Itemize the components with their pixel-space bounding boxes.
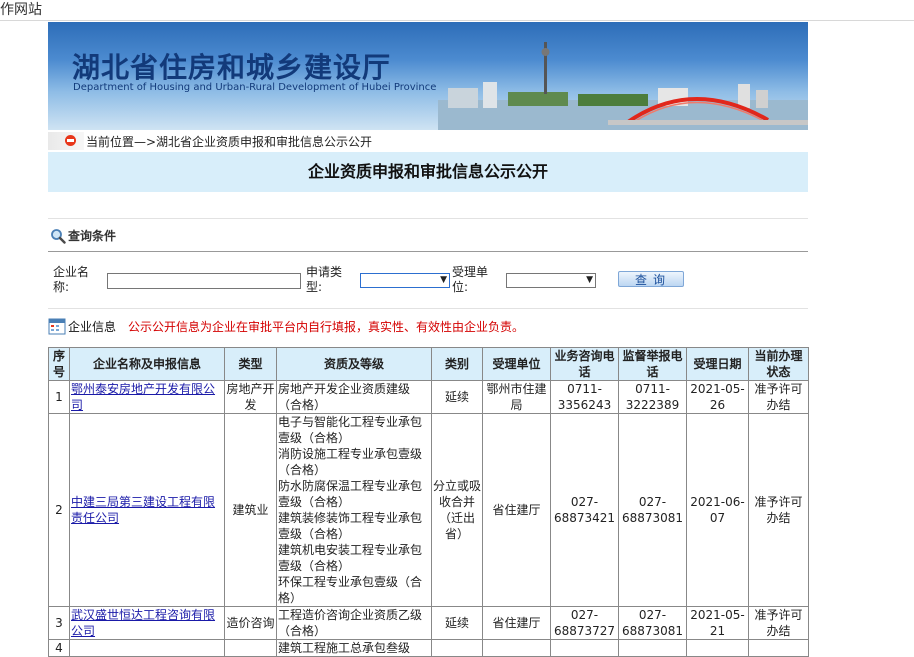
window-title: 工作网站 xyxy=(0,2,42,18)
table-header-row: 序号 企业名称及申报信息 类型 资质及等级 类别 受理单位 业务咨询电话 监督举… xyxy=(48,347,809,381)
row-category: 延续 xyxy=(431,606,483,640)
header-unit: 受理单位 xyxy=(482,347,551,381)
row-date: 2021-06-07 xyxy=(686,413,749,607)
breadcrumb-text: 当前位置—>湖北省企业资质申报和审批信息公示公开 xyxy=(86,135,373,149)
row-type: 房地产开发 xyxy=(224,380,277,414)
acceptance-unit-select[interactable]: ▼ xyxy=(506,273,596,288)
header-qualification: 资质及等级 xyxy=(276,347,432,381)
qualification-item: 房地产开发企业资质建级（合格） xyxy=(278,382,411,412)
row-status: 准予许可办结 xyxy=(748,380,809,414)
magnifier-icon xyxy=(51,229,66,244)
disclaimer-notice: 公示公开信息为企业在审批平台内自行填报，真实性、有效性由企业负责。 xyxy=(128,320,525,334)
header-consult-phone: 业务咨询电话 xyxy=(550,347,619,381)
row-qualification: 电子与智能化工程专业承包壹级（合格） 消防设施工程专业承包壹级（合格） 防水防腐… xyxy=(276,413,432,607)
row-no: 2 xyxy=(48,413,70,607)
row-category: 延续 xyxy=(431,380,483,414)
row-company: 武汉盛世恒达工程咨询有限公司 xyxy=(69,606,225,640)
row-report-phone: 027-68873081 xyxy=(618,606,687,640)
qualification-item: 建筑机电安装工程专业承包壹级（合格） xyxy=(278,543,423,573)
row-no: 4 xyxy=(48,639,70,657)
row-unit: 鄂州市住建局 xyxy=(482,380,551,414)
query-form: 企业名称: 申请类型: ▼ 受理单位: ▼ 查询 xyxy=(48,264,808,300)
location-arrow-icon xyxy=(48,132,84,150)
row-unit xyxy=(482,639,551,657)
row-unit: 省住建厅 xyxy=(482,413,551,607)
row-date xyxy=(686,639,749,657)
row-no: 1 xyxy=(48,380,70,414)
dropdown-arrow-icon: ▼ xyxy=(440,275,447,285)
row-category: 分立或吸收合并（迁出省） xyxy=(431,413,483,607)
page-title: 企业资质申报和审批信息公示公开 xyxy=(48,152,808,192)
apply-type-label: 申请类型: xyxy=(306,265,343,294)
row-no: 3 xyxy=(48,606,70,640)
query-button[interactable]: 查询 xyxy=(618,271,684,287)
qualification-item: 电子与智能化工程专业承包壹级（合格） xyxy=(278,415,423,445)
qualification-item: 工程造价咨询企业资质乙级（合格） xyxy=(278,608,423,638)
table-row: 2 中建三局第三建设工程有限责任公司 建筑业 电子与智能化工程专业承包壹级（合格… xyxy=(48,413,809,607)
city-skyline-image xyxy=(438,42,808,130)
acceptance-unit-label: 受理单位: xyxy=(452,265,489,294)
query-section-header: 查询条件 xyxy=(48,218,808,252)
header-company: 企业名称及申报信息 xyxy=(69,347,225,381)
browser-title-bar: 工作网站 xyxy=(0,0,914,21)
header-status: 当前办理状态 xyxy=(748,347,809,381)
qualification-item: 防水防腐保温工程专业承包壹级（合格） xyxy=(278,479,423,509)
banner-subtitle: Department of Housing and Urban-Rural De… xyxy=(73,82,437,93)
row-consult-phone: 027-68873727 xyxy=(550,606,619,640)
row-unit: 省住建厅 xyxy=(482,606,551,640)
row-company: 鄂州泰安房地产开发有限公司 xyxy=(69,380,225,414)
header-type: 类型 xyxy=(224,347,277,381)
banner-title: 湖北省住房和城乡建设厅 xyxy=(72,51,392,84)
row-company: 中建三局第三建设工程有限责任公司 xyxy=(69,413,225,607)
table-row: 4 建筑工程施工总承包叁级 xyxy=(48,639,809,657)
company-info-section-header: 企业信息 公示公开信息为企业在审批平台内自行填报，真实性、有效性由企业负责。 xyxy=(48,308,808,341)
qualification-item: 建筑装修装饰工程专业承包壹级（合格） xyxy=(278,511,423,541)
row-report-phone: 0711-3222389 xyxy=(618,380,687,414)
dropdown-arrow-icon: ▼ xyxy=(586,275,593,285)
breadcrumb: 当前位置—>湖北省企业资质申报和审批信息公示公开 xyxy=(48,130,808,152)
calendar-icon xyxy=(48,318,66,335)
company-info-label: 企业信息 xyxy=(68,320,117,334)
company-name-label: 企业名称: xyxy=(53,265,90,294)
page-container: 湖北省住房和城乡建设厅 Department of Housing and Ur… xyxy=(48,22,809,657)
row-status: 准予许可办结 xyxy=(748,413,809,607)
row-qualification: 工程造价咨询企业资质乙级（合格） xyxy=(276,606,432,640)
row-status: 准予许可办结 xyxy=(748,606,809,640)
row-qualification: 房地产开发企业资质建级（合格） xyxy=(276,380,432,414)
row-date: 2021-05-21 xyxy=(686,606,749,640)
row-type: 建筑业 xyxy=(224,413,277,607)
row-consult-phone: 027-68873421 xyxy=(550,413,619,607)
header-date: 受理日期 xyxy=(686,347,749,381)
header-no: 序号 xyxy=(48,347,70,381)
row-consult-phone: 0711-3356243 xyxy=(550,380,619,414)
company-link[interactable]: 武汉盛世恒达工程咨询有限公司 xyxy=(71,608,215,638)
table-row: 1 鄂州泰安房地产开发有限公司 房地产开发 房地产开发企业资质建级（合格） 延续… xyxy=(48,380,809,414)
query-section-label: 查询条件 xyxy=(68,229,117,243)
row-date: 2021-05-26 xyxy=(686,380,749,414)
company-link[interactable]: 鄂州泰安房地产开发有限公司 xyxy=(71,382,215,412)
row-consult-phone xyxy=(550,639,619,657)
row-type: 造价咨询 xyxy=(224,606,277,640)
company-table: 序号 企业名称及申报信息 类型 资质及等级 类别 受理单位 业务咨询电话 监督举… xyxy=(48,347,809,657)
row-category xyxy=(431,639,483,657)
site-banner: 湖北省住房和城乡建设厅 Department of Housing and Ur… xyxy=(48,22,808,130)
qualification-item: 消防设施工程专业承包壹级（合格） xyxy=(278,447,423,477)
row-qualification: 建筑工程施工总承包叁级 xyxy=(276,639,432,657)
row-report-phone: 027-68873081 xyxy=(618,413,687,607)
company-name-input[interactable] xyxy=(107,273,301,289)
qualification-item: 环保工程专业承包壹级（合格） xyxy=(278,575,423,605)
qualification-item: 建筑工程施工总承包叁级 xyxy=(278,641,411,655)
row-company xyxy=(69,639,225,657)
table-row: 3 武汉盛世恒达工程咨询有限公司 造价咨询 工程造价咨询企业资质乙级（合格） 延… xyxy=(48,606,809,640)
header-category: 类别 xyxy=(431,347,483,381)
apply-type-select[interactable]: ▼ xyxy=(360,273,450,288)
row-report-phone xyxy=(618,639,687,657)
row-type xyxy=(224,639,277,657)
header-report-phone: 监督举报电话 xyxy=(618,347,687,381)
company-link[interactable]: 中建三局第三建设工程有限责任公司 xyxy=(71,495,215,525)
row-status xyxy=(748,639,809,657)
